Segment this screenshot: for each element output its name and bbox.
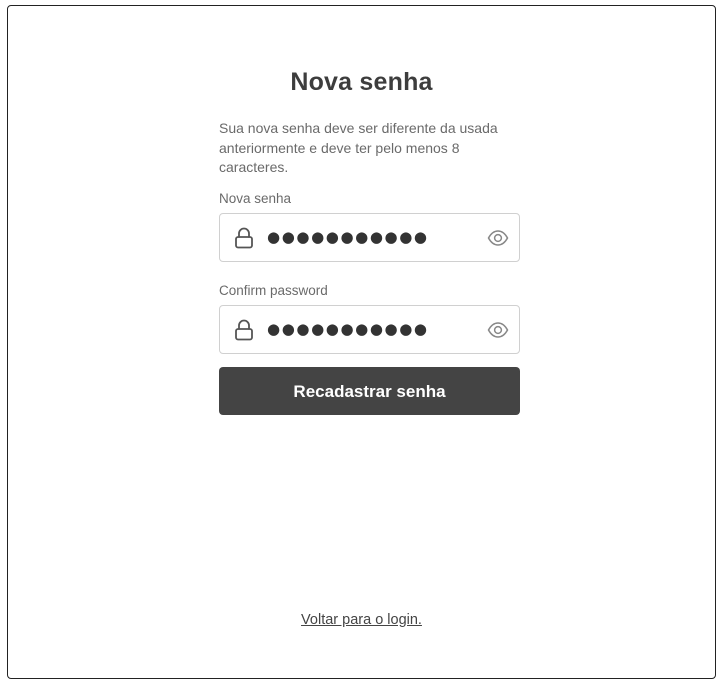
confirm-password-field[interactable]: ●●●●●●●●●●● — [219, 305, 520, 354]
submit-button[interactable]: Recadastrar senha — [219, 367, 520, 415]
new-password-label: Nova senha — [219, 191, 292, 206]
back-to-login-link[interactable]: Voltar para o login. — [8, 612, 715, 628]
reset-password-panel: Nova senha Sua nova senha deve ser difer… — [7, 5, 716, 679]
eye-icon[interactable] — [487, 321, 509, 339]
instructions-text: Sua nova senha deve ser diferente da usa… — [219, 120, 498, 175]
page-title: Nova senha — [290, 68, 433, 96]
lock-icon — [235, 227, 253, 249]
confirm-password-label: Confirm password — [219, 283, 328, 298]
confirm-password-value: ●●●●●●●●●●● — [267, 320, 429, 338]
lock-icon — [235, 319, 253, 341]
eye-icon[interactable] — [487, 229, 509, 247]
new-password-value: ●●●●●●●●●●● — [267, 228, 429, 246]
new-password-field[interactable]: ●●●●●●●●●●● — [219, 213, 520, 262]
